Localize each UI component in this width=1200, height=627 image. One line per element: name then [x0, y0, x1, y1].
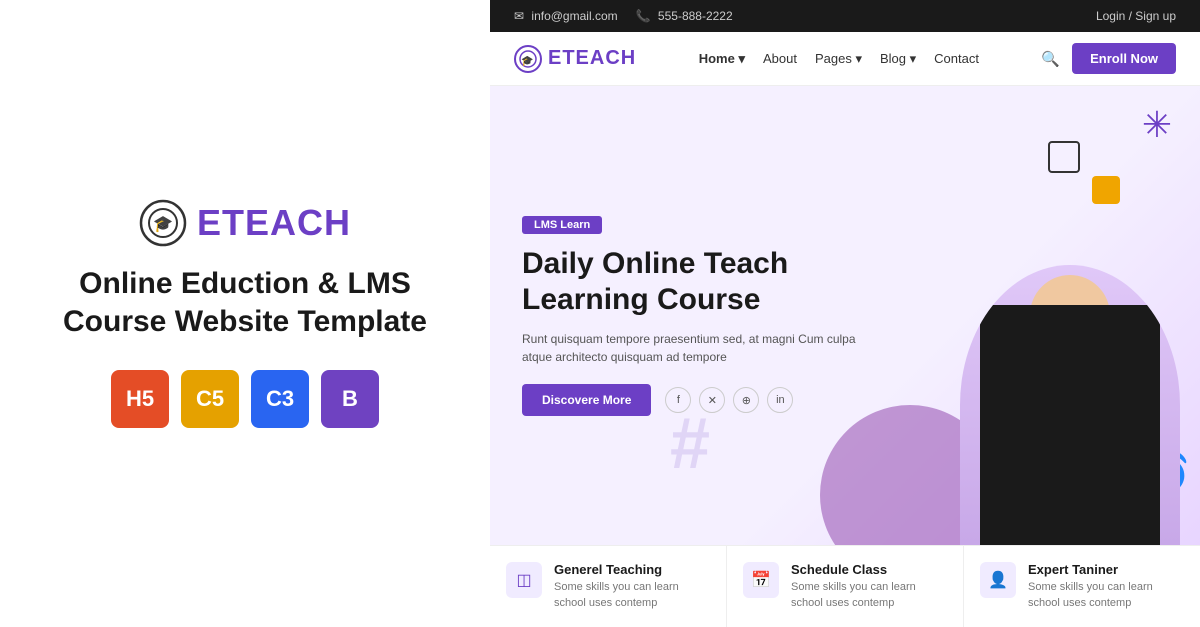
facebook-icon[interactable]: f	[665, 387, 691, 413]
schedule-icon: 📅	[743, 562, 779, 598]
nav-link-about[interactable]: About	[763, 51, 797, 66]
enroll-button[interactable]: Enroll Now	[1072, 43, 1176, 74]
css3-badge: C3	[251, 370, 309, 428]
hero-title: Daily Online TeachLearning Course	[522, 246, 862, 318]
nav-actions: 🔍 Enroll Now	[1041, 43, 1176, 74]
hero-cta-row: Discovere More f ✕ ⊕ in	[522, 384, 862, 416]
hero-description: Runt quisquam tempore praesentium sed, a…	[522, 330, 862, 366]
topbar-email: ✉ info@gmail.com	[514, 9, 618, 23]
svg-text:🎓: 🎓	[521, 55, 534, 67]
left-panel: 🎓 ETEACH Online Eduction & LMS Course We…	[0, 0, 490, 627]
svg-text:🎓: 🎓	[153, 216, 173, 233]
person-body	[980, 305, 1160, 545]
social-icons-row: f ✕ ⊕ in	[665, 387, 793, 413]
pinterest-icon[interactable]: ⊕	[733, 387, 759, 413]
features-bar: ◫ Generel Teaching Some skills you can l…	[490, 545, 1200, 627]
feature-card-expert: 👤 Expert Taniner Some skills you can lea…	[964, 546, 1200, 627]
expert-title: Expert Taniner	[1028, 562, 1184, 577]
left-tagline: Online Eduction & LMS Course Website Tem…	[40, 265, 450, 340]
nav-links: Home ▾ About Pages ▾ Blog ▾ Contact	[699, 51, 979, 67]
nav-link-pages[interactable]: Pages ▾	[815, 51, 862, 67]
html5-badge: H5	[111, 370, 169, 428]
deco-orange-square	[1092, 176, 1120, 204]
schedule-title: Schedule Class	[791, 562, 947, 577]
nav-logo-text: ETEACH	[548, 47, 636, 70]
deco-square-outline	[1048, 141, 1080, 173]
feature-text-teaching: Generel Teaching Some skills you can lea…	[554, 562, 710, 611]
hero-content: LMS Learn Daily Online TeachLearning Cou…	[522, 215, 862, 416]
topbar-auth[interactable]: Login / Sign up	[1096, 9, 1176, 23]
feature-card-teaching: ◫ Generel Teaching Some skills you can l…	[490, 546, 727, 627]
feature-text-expert: Expert Taniner Some skills you can learn…	[1028, 562, 1184, 611]
left-logo-area: 🎓 ETEACH	[139, 199, 351, 247]
nav-logo[interactable]: 🎓 ETEACH	[514, 45, 636, 73]
teaching-icon: ◫	[506, 562, 542, 598]
nav-link-contact[interactable]: Contact	[934, 51, 979, 66]
schedule-desc: Some skills you can learn school uses co…	[791, 580, 947, 611]
discover-button[interactable]: Discovere More	[522, 384, 651, 416]
hero-badge: LMS Learn	[522, 216, 602, 234]
topbar-phone: 📞 555-888-2222	[636, 9, 733, 23]
left-logo-text: ETEACH	[197, 202, 351, 244]
right-panel: ✉ info@gmail.com 📞 555-888-2222 Login / …	[490, 0, 1200, 627]
linkedin-icon[interactable]: in	[767, 387, 793, 413]
expert-icon: 👤	[980, 562, 1016, 598]
deco-star-icon: ✳	[1142, 104, 1172, 146]
phone-icon: 📞	[636, 9, 651, 23]
bootstrap-badge: B	[321, 370, 379, 428]
nav-logo-icon: 🎓	[514, 45, 542, 73]
twitter-x-icon[interactable]: ✕	[699, 387, 725, 413]
search-icon[interactable]: 🔍	[1041, 50, 1060, 68]
teaching-title: Generel Teaching	[554, 562, 710, 577]
nav-link-blog[interactable]: Blog ▾	[880, 51, 916, 67]
teaching-desc: Some skills you can learn school uses co…	[554, 580, 710, 611]
hero-person-silhouette	[960, 265, 1180, 545]
email-icon: ✉	[514, 9, 524, 23]
left-logo-icon: 🎓	[139, 199, 187, 247]
css-badge: C5	[181, 370, 239, 428]
nav-link-home[interactable]: Home ▾	[699, 51, 745, 67]
topbar-contact: ✉ info@gmail.com 📞 555-888-2222	[514, 9, 733, 23]
top-bar: ✉ info@gmail.com 📞 555-888-2222 Login / …	[490, 0, 1200, 32]
expert-desc: Some skills you can learn school uses co…	[1028, 580, 1184, 611]
hero-section: ✳ # 🌀 LMS Learn Daily Online TeachLearni…	[490, 86, 1200, 545]
tech-icons-row: H5 C5 C3 B	[111, 370, 379, 428]
feature-card-schedule: 📅 Schedule Class Some skills you can lea…	[727, 546, 964, 627]
navbar: 🎓 ETEACH Home ▾ About Pages ▾ Blog ▾ Con…	[490, 32, 1200, 86]
feature-text-schedule: Schedule Class Some skills you can learn…	[791, 562, 947, 611]
